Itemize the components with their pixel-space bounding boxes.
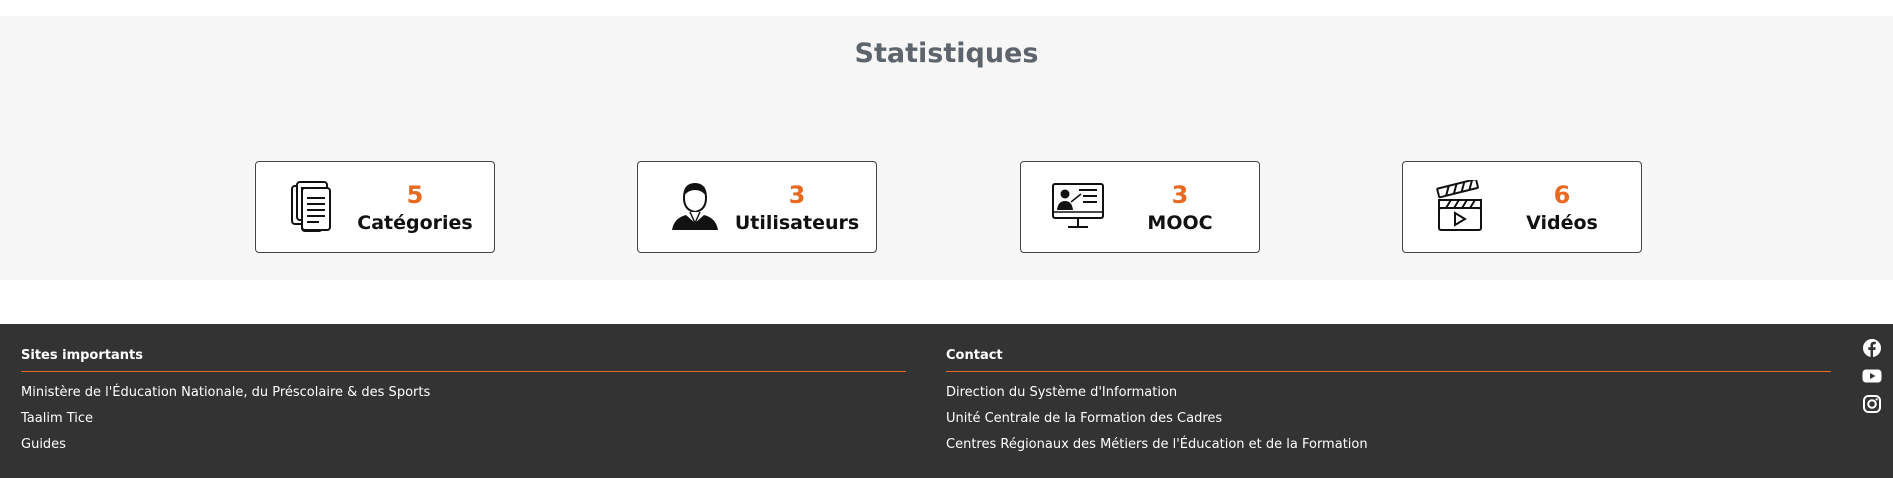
footer-link-guides[interactable]: Guides [21, 432, 906, 458]
stat-count: 3 [788, 181, 806, 209]
statistics-section: Statistiques 5 Catégories 3 Utilisateurs [0, 16, 1893, 280]
social-links [1862, 338, 1882, 422]
stat-card-categories[interactable]: 5 Catégories [255, 161, 495, 253]
stat-count: 5 [406, 181, 424, 209]
footer-sites-column: Sites importants Ministère de l'Éducatio… [21, 348, 906, 458]
section-spacer [0, 280, 1893, 324]
footer-link-taalim-tice[interactable]: Taalim Tice [21, 406, 906, 432]
stat-label: MOOC [1147, 212, 1213, 234]
footer-contact-column: Contact Direction du Système d'Informati… [946, 348, 1831, 458]
documents-icon [291, 181, 331, 232]
facebook-icon[interactable] [1862, 338, 1882, 358]
footer-link-dsi[interactable]: Direction du Système d'Information [946, 380, 1831, 406]
clapperboard-icon [1436, 180, 1482, 231]
statistics-title: Statistiques [854, 38, 1039, 69]
stat-label: Utilisateurs [734, 212, 860, 234]
stat-count: 6 [1553, 181, 1571, 209]
user-icon [672, 182, 718, 230]
footer-link-crmef[interactable]: Centres Régionaux des Métiers de l'Éduca… [946, 432, 1831, 458]
top-strip [0, 0, 1893, 16]
stat-card-videos[interactable]: 6 Vidéos [1402, 161, 1642, 253]
footer: Sites importants Ministère de l'Éducatio… [0, 324, 1893, 478]
instagram-icon[interactable] [1862, 394, 1882, 414]
stat-count: 3 [1171, 181, 1189, 209]
stat-card-mooc[interactable]: 3 MOOC [1020, 161, 1260, 253]
stat-label: Vidéos [1526, 212, 1598, 234]
footer-sites-title: Sites importants [21, 348, 906, 372]
stat-label: Catégories [357, 212, 473, 234]
presentation-monitor-icon [1052, 183, 1104, 228]
footer-contact-title: Contact [946, 348, 1831, 372]
footer-link-ministere[interactable]: Ministère de l'Éducation Nationale, du P… [21, 380, 906, 406]
youtube-icon[interactable] [1862, 366, 1882, 386]
footer-link-ucfc[interactable]: Unité Centrale de la Formation des Cadre… [946, 406, 1831, 432]
stat-card-users[interactable]: 3 Utilisateurs [637, 161, 877, 253]
